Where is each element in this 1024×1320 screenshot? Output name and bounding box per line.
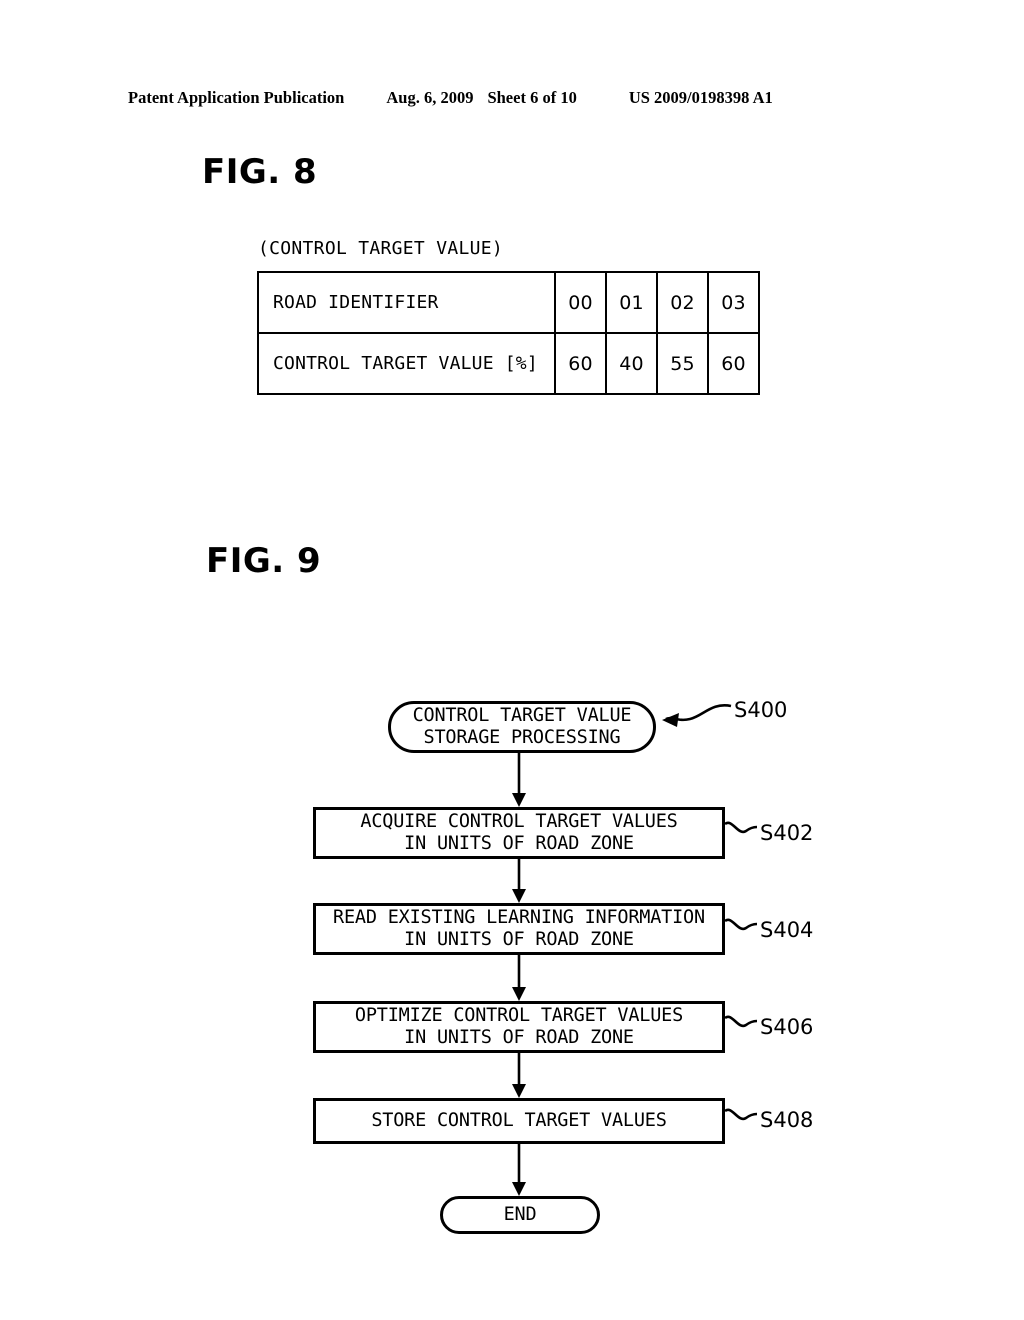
flow-node-s402-line1: ACQUIRE CONTROL TARGET VALUES [360,810,678,832]
figure-9-caption: FIG. 9 [206,541,322,581]
flow-node-end-line1: END [503,1203,537,1225]
flow-node-start-line1: CONTROL TARGET VALUE [412,704,632,726]
flow-node-s404-line1: READ EXISTING LEARNING INFORMATION [333,906,705,928]
patent-drawing-page: Patent Application Publication Aug. 6, 2… [0,0,1024,1320]
row-label-road-identifier: ROAD IDENTIFIER [257,271,556,334]
flow-node-s402-line2: IN UNITS OF ROAD ZONE [404,833,634,854]
callout-leader-s404 [724,918,758,931]
step-label-s402: S402 [760,821,814,845]
flow-node-s408-line1: STORE CONTROL TARGET VALUES [371,1109,667,1131]
arrowhead-s404 [512,889,526,903]
step-label-s400: S400 [734,698,788,722]
publication-date: Aug. 6, 2009 [386,88,474,107]
publication-number: US 2009/0198398 A1 [628,88,773,107]
figure-8-caption: FIG. 8 [202,152,318,192]
arrowhead-end [512,1182,526,1196]
cell-road-identifier-3: 03 [707,271,760,334]
flow-node-s406-line1: OPTIMIZE CONTROL TARGET VALUES [354,1004,684,1026]
control-target-value-table: ROAD IDENTIFIER 00 01 02 03 CONTROL TARG… [257,271,760,395]
callout-leader-s402 [724,821,758,834]
flow-node-s402: ACQUIRE CONTROL TARGET VALUES IN UNITS O… [313,807,725,859]
callout-leader-s406 [724,1015,758,1028]
flow-node-s406-line2: IN UNITS OF ROAD ZONE [404,1027,634,1048]
table-row: CONTROL TARGET VALUE [%] 60 40 55 60 [257,332,760,395]
arrowhead-s406 [512,987,526,1001]
cell-road-identifier-1: 01 [605,271,658,334]
flow-node-s404: READ EXISTING LEARNING INFORMATION IN UN… [313,903,725,955]
table-row: ROAD IDENTIFIER 00 01 02 03 [257,271,760,334]
flow-node-s404-line2: IN UNITS OF ROAD ZONE [404,929,634,950]
cell-control-target-value-3: 60 [707,332,760,395]
flow-node-s408: STORE CONTROL TARGET VALUES [313,1098,725,1144]
cell-control-target-value-2: 55 [656,332,709,395]
callout-leader-s408 [724,1108,758,1121]
row-label-control-target-value: CONTROL TARGET VALUE [%] [257,332,556,395]
publication-header: Patent Application Publication Aug. 6, 2… [128,88,884,114]
step-label-s408: S408 [760,1108,814,1132]
flow-node-s406: OPTIMIZE CONTROL TARGET VALUES IN UNITS … [313,1001,725,1053]
arrowhead-s402 [512,793,526,807]
flow-node-start-line2: STORAGE PROCESSING [423,727,621,748]
step-label-s404: S404 [760,918,814,942]
flow-node-start: CONTROL TARGET VALUE STORAGE PROCESSING [388,701,656,753]
callout-leader-s400 [665,703,732,722]
cell-control-target-value-0: 60 [554,332,607,395]
cell-road-identifier-2: 02 [656,271,709,334]
arrowhead-s408 [512,1084,526,1098]
cell-road-identifier-0: 00 [554,271,607,334]
figure-8-table-title: (CONTROL TARGET VALUE) [258,238,504,259]
callout-arrowhead-s400 [662,713,679,727]
publication-title: Patent Application Publication [128,88,345,107]
step-label-s406: S406 [760,1015,814,1039]
cell-control-target-value-1: 40 [605,332,658,395]
flow-node-end: END [440,1196,600,1234]
sheet-number: Sheet 6 of 10 [487,88,577,107]
